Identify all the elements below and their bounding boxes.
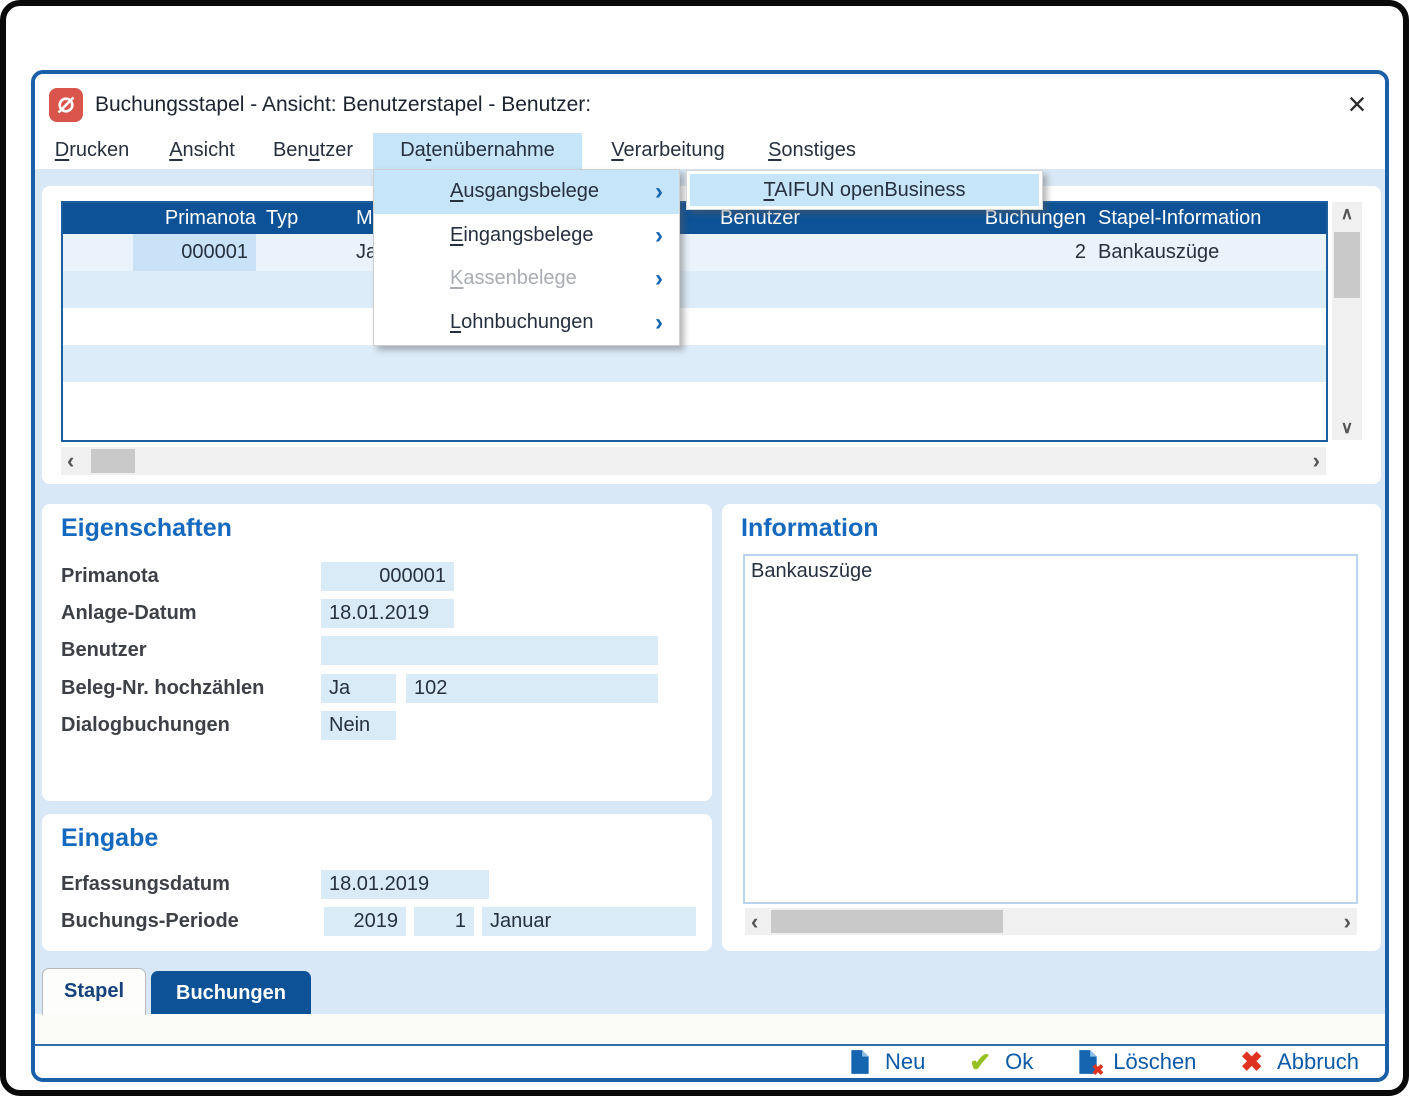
table-row[interactable] bbox=[63, 271, 1326, 308]
stack-table-container: Primanota Typ Monat Benutzer Buchungen S… bbox=[42, 186, 1381, 484]
menu-sonstiges[interactable]: Sonstiges bbox=[759, 133, 865, 169]
primanota-field[interactable]: 000001 bbox=[321, 562, 454, 591]
submenu-arrow-icon: › bbox=[655, 301, 663, 345]
menu-verarbeitung[interactable]: Verarbeitung bbox=[598, 133, 738, 169]
eigenschaften-panel: Eigenschaften Primanota 000001 Anlage-Da… bbox=[42, 504, 712, 801]
delete-document-icon: ✖ bbox=[1077, 1049, 1099, 1075]
buchungs-periode-label: Buchungs-Periode bbox=[61, 907, 239, 936]
button-bar: Neu ✔ Ok ✖ Löschen ✖ Abbruch bbox=[35, 1046, 1385, 1078]
beleg-nr-label: Beleg-Nr. hochzählen bbox=[61, 674, 264, 703]
cancel-x-icon: ✖ bbox=[1240, 1047, 1263, 1078]
menu-ansicht[interactable]: Ansicht bbox=[158, 133, 246, 169]
eingabe-title: Eingabe bbox=[61, 824, 158, 853]
menu-datenuebernahme[interactable]: Datenübernahme bbox=[373, 133, 582, 169]
taifun-logo-icon bbox=[49, 88, 83, 122]
beleg-nr-flag-field[interactable]: Ja bbox=[321, 674, 396, 703]
information-horizontal-scrollbar[interactable]: ‹ › bbox=[745, 908, 1357, 935]
anlage-datum-label: Anlage-Datum bbox=[61, 599, 197, 628]
primanota-label: Primanota bbox=[61, 562, 159, 591]
cell-buchungen[interactable]: 2 bbox=[913, 234, 1086, 271]
loeschen-label: Löschen bbox=[1113, 1049, 1196, 1075]
cell-stapel-information[interactable]: Bankauszüge bbox=[1098, 234, 1219, 271]
tab-buchungen[interactable]: Buchungen bbox=[151, 971, 311, 1015]
table-row[interactable]: 000001 Januar 2019 2 Bankauszüge bbox=[63, 234, 1326, 271]
check-icon: ✔ bbox=[969, 1047, 991, 1078]
table-vertical-scrollbar[interactable]: ∧ ∨ bbox=[1332, 202, 1362, 440]
table-horizontal-scrollbar[interactable]: ‹ › bbox=[61, 447, 1326, 475]
neu-button[interactable]: Neu bbox=[849, 1049, 925, 1075]
beleg-nr-start-field[interactable]: 102 bbox=[406, 674, 658, 703]
menu-item-taifun-openbusiness[interactable]: TAIFUN openBusiness bbox=[690, 174, 1039, 206]
submenu-arrow-icon: › bbox=[655, 170, 663, 214]
information-textarea[interactable]: Bankauszüge bbox=[743, 554, 1358, 904]
screenshot-frame: Buchungsstapel - Ansicht: Benutzerstapel… bbox=[0, 0, 1409, 1096]
ok-button[interactable]: ✔ Ok bbox=[969, 1047, 1033, 1078]
tab-content-strip bbox=[35, 1014, 1385, 1044]
scroll-left-icon[interactable]: ‹ bbox=[751, 908, 758, 935]
periode-nr-field[interactable]: 1 bbox=[414, 907, 474, 936]
close-icon[interactable]: × bbox=[1337, 84, 1377, 124]
menu-item-eingangsbelege[interactable]: Eingangsbelege › bbox=[374, 214, 679, 258]
table-row[interactable] bbox=[63, 308, 1326, 345]
ausgangsbelege-submenu: TAIFUN openBusiness bbox=[686, 170, 1043, 210]
eigenschaften-title: Eigenschaften bbox=[61, 514, 232, 543]
erfassungsdatum-field[interactable]: 18.01.2019 bbox=[321, 870, 489, 899]
benutzer-field[interactable] bbox=[321, 636, 658, 665]
benutzer-label: Benutzer bbox=[61, 636, 147, 665]
menu-benutzer[interactable]: Benutzer bbox=[263, 133, 363, 169]
delete-x-icon: ✖ bbox=[1092, 1061, 1105, 1079]
scroll-down-icon[interactable]: ∨ bbox=[1332, 418, 1362, 438]
menu-bar: Drucken Ansicht Benutzer Datenübernahme … bbox=[35, 133, 1385, 169]
information-panel: Information Bankauszüge ‹ › bbox=[722, 504, 1381, 951]
datenuebernahme-dropdown: Ausgangsbelege › Eingangsbelege › Kassen… bbox=[373, 169, 680, 346]
menu-item-kassenbelege: Kassenbelege › bbox=[374, 257, 679, 301]
dialogbuchungen-label: Dialogbuchungen bbox=[61, 711, 230, 740]
dialogbuchungen-field[interactable]: Nein bbox=[321, 711, 396, 740]
periode-jahr-field[interactable]: 2019 bbox=[324, 907, 406, 936]
scroll-up-icon[interactable]: ∧ bbox=[1332, 204, 1362, 224]
neu-label: Neu bbox=[885, 1049, 925, 1075]
periode-monat-field[interactable]: Januar bbox=[482, 907, 696, 936]
abbruch-button[interactable]: ✖ Abbruch bbox=[1240, 1047, 1359, 1078]
title-bar: Buchungsstapel - Ansicht: Benutzerstapel… bbox=[35, 74, 1385, 133]
cell-primanota[interactable]: 000001 bbox=[133, 234, 256, 271]
col-header-primanota[interactable]: Primanota bbox=[133, 203, 256, 234]
loeschen-button[interactable]: ✖ Löschen bbox=[1077, 1049, 1196, 1075]
col-header-stapel-information[interactable]: Stapel-Information bbox=[1098, 203, 1261, 234]
menu-drucken[interactable]: Drucken bbox=[46, 133, 138, 169]
window-title: Buchungsstapel - Ansicht: Benutzerstapel… bbox=[95, 89, 591, 121]
scrollbar-thumb[interactable] bbox=[91, 449, 135, 473]
scrollbar-thumb[interactable] bbox=[1334, 232, 1360, 298]
menu-item-ausgangsbelege[interactable]: Ausgangsbelege › bbox=[374, 170, 679, 214]
erfassungsdatum-label: Erfassungsdatum bbox=[61, 870, 230, 899]
abbruch-label: Abbruch bbox=[1277, 1049, 1359, 1075]
submenu-arrow-icon: › bbox=[655, 257, 663, 301]
scrollbar-thumb[interactable] bbox=[771, 910, 1003, 933]
table-row[interactable] bbox=[63, 345, 1326, 382]
scroll-right-icon[interactable]: › bbox=[1344, 908, 1351, 935]
new-document-icon bbox=[849, 1049, 871, 1075]
col-header-typ[interactable]: Typ bbox=[266, 203, 298, 234]
anlage-datum-field[interactable]: 18.01.2019 bbox=[321, 599, 454, 628]
tab-stapel[interactable]: Stapel bbox=[42, 968, 146, 1015]
stack-table: Primanota Typ Monat Benutzer Buchungen S… bbox=[61, 201, 1328, 442]
submenu-arrow-icon: › bbox=[655, 214, 663, 258]
scroll-left-icon[interactable]: ‹ bbox=[67, 447, 74, 475]
information-title: Information bbox=[741, 514, 879, 543]
table-row[interactable] bbox=[63, 382, 1326, 419]
scroll-right-icon[interactable]: › bbox=[1313, 447, 1320, 475]
ok-label: Ok bbox=[1005, 1049, 1033, 1075]
eingabe-panel: Eingabe Erfassungsdatum 18.01.2019 Buchu… bbox=[42, 814, 712, 951]
app-window: Buchungsstapel - Ansicht: Benutzerstapel… bbox=[31, 70, 1389, 1082]
menu-item-lohnbuchungen[interactable]: Lohnbuchungen › bbox=[374, 301, 679, 345]
